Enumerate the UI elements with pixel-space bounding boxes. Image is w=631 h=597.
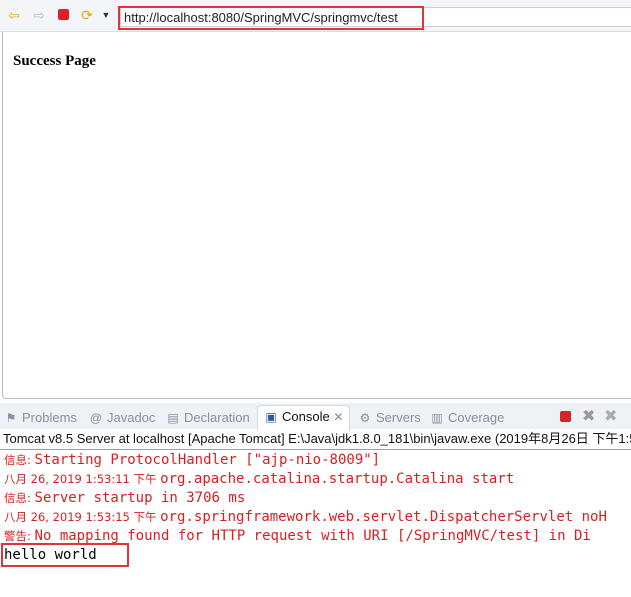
line-prefix: 警告: [4, 529, 35, 543]
line-text: Server startup in 3706 ms [34, 490, 246, 506]
servers-icon: ⚙ [359, 411, 371, 425]
tab-coverage[interactable]: ▥ Coverage [430, 407, 504, 429]
remove-launch-icon[interactable]: ✖ [582, 406, 595, 426]
line-prefix: 八月 26, 2019 1:53:15 下午 [4, 510, 161, 524]
stop-icon[interactable] [55, 7, 71, 23]
tab-problems[interactable]: ⚑ Problems [4, 407, 77, 429]
console-icon: ▣ [265, 410, 277, 424]
tab-servers[interactable]: ⚙ Servers [358, 407, 421, 429]
tab-label: Coverage [448, 410, 505, 425]
page-heading: Success Page [13, 53, 96, 69]
forward-arrow-icon[interactable]: ⇨ [31, 7, 47, 23]
tab-label: Console [282, 409, 330, 424]
problems-icon: ⚑ [5, 411, 17, 425]
browser-content: Success Page [2, 32, 631, 399]
console-status: Tomcat v8.5 Server at localhost [Apache … [0, 429, 631, 450]
terminate-icon[interactable] [560, 411, 571, 422]
view-tabs: ⚑ Problems @ Javadoc ▤ Declaration ▣ Console… [0, 403, 631, 431]
tab-console[interactable]: ▣ Console ✕ [257, 405, 351, 431]
line-text: org.springframework.web.servlet.Dispatch… [160, 509, 607, 525]
console-line: 八月 26, 2019 1:53:11 下午 org.apache.catali… [4, 470, 514, 489]
tab-label: Javadoc [107, 410, 156, 425]
console-line: 信息: Server startup in 3706 ms [4, 489, 245, 508]
line-text: No mapping found for HTTP request with U… [34, 528, 591, 544]
close-icon[interactable]: ✕ [333, 410, 343, 424]
tab-label: Problems [22, 410, 77, 425]
output-highlight-box [1, 543, 129, 567]
dropdown-icon[interactable]: ▼ [98, 7, 114, 23]
line-prefix: 信息: [4, 491, 35, 505]
refresh-icon[interactable]: ⟳ [79, 7, 95, 23]
coverage-icon: ▥ [431, 411, 443, 425]
tab-label: Servers [376, 410, 421, 425]
line-text: Starting ProtocolHandler ["ajp-nio-8009"… [34, 452, 381, 468]
tab-javadoc[interactable]: @ Javadoc [89, 407, 156, 429]
url-highlight-box [118, 6, 424, 30]
line-prefix: 信息: [4, 453, 35, 467]
at-icon: @ [89, 411, 103, 425]
back-arrow-icon[interactable]: ⇦ [6, 7, 22, 23]
line-text: org.apache.catalina.startup.Catalina sta… [160, 471, 515, 487]
tab-label: Declaration [184, 410, 250, 425]
line-prefix: 八月 26, 2019 1:53:11 下午 [4, 472, 161, 486]
console-line: 八月 26, 2019 1:53:15 下午 org.springframewo… [4, 508, 607, 527]
remove-all-icon[interactable]: ✖ [604, 406, 617, 426]
declaration-icon: ▤ [167, 411, 179, 425]
console-line: 信息: Starting ProtocolHandler ["ajp-nio-8… [4, 451, 380, 470]
tab-declaration[interactable]: ▤ Declaration [166, 407, 250, 429]
